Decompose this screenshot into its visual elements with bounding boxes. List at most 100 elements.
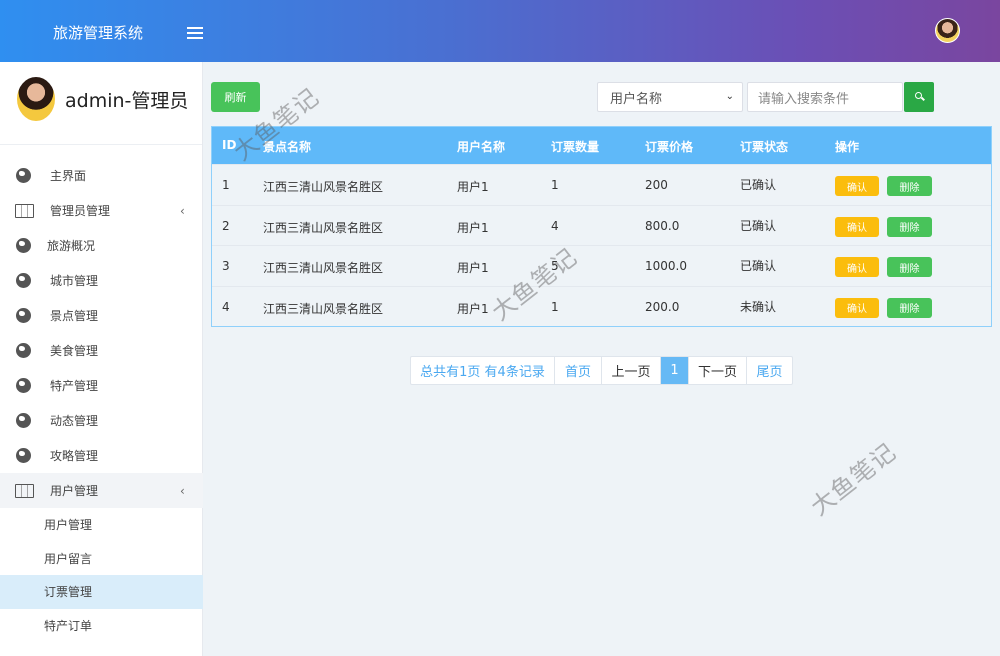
prev-page-link[interactable]: 上一页 bbox=[601, 357, 660, 384]
cell-price: 200.0 bbox=[645, 299, 680, 314]
sidebar-item-home[interactable]: 主界面 bbox=[0, 158, 203, 193]
table-header: ID 景点名称 用户名称 订票数量 订票价格 订票状态 操作 bbox=[212, 127, 991, 164]
delete-button[interactable]: 删除 bbox=[887, 297, 932, 318]
column-header: 用户名称 bbox=[457, 140, 506, 154]
cell-user: 用户1 bbox=[457, 220, 489, 235]
sidebar-item-label: 管理员管理 bbox=[50, 204, 111, 218]
column-header: ID bbox=[222, 138, 237, 152]
submenu-item-messages[interactable]: 用户留言 bbox=[0, 542, 203, 576]
cell-id: 3 bbox=[222, 259, 230, 273]
confirm-button[interactable]: 确认 bbox=[835, 297, 879, 318]
app-title: 旅游管理系统 bbox=[53, 24, 144, 42]
submenu-item-specialty-orders[interactable]: 特产订单 bbox=[0, 609, 203, 643]
last-page-link[interactable]: 尾页 bbox=[746, 357, 792, 384]
search-input[interactable]: 请输入搜索条件 bbox=[747, 82, 903, 112]
cell-status: 已确认 bbox=[740, 178, 777, 192]
sidebar-item-label: 用户管理 bbox=[50, 484, 99, 498]
menu-toggle-icon[interactable] bbox=[187, 27, 203, 39]
sidebar-item-overview[interactable]: 旅游概况 bbox=[0, 228, 203, 263]
column-header: 订票价格 bbox=[645, 140, 694, 154]
watermark: 大鱼笔记 bbox=[805, 437, 902, 522]
cell-user: 用户1 bbox=[457, 180, 489, 194]
refresh-button[interactable]: 刷新 bbox=[211, 82, 260, 112]
cell-qty: 1 bbox=[551, 299, 559, 314]
column-header: 订票状态 bbox=[740, 140, 789, 154]
sidebar-item-label: 城市管理 bbox=[50, 274, 99, 288]
next-page-link[interactable]: 下一页 bbox=[688, 357, 746, 384]
cell-spot: 江西三清山风景名胜区 bbox=[263, 301, 384, 316]
sidebar-item-guides[interactable]: 攻略管理 bbox=[0, 438, 203, 473]
sidebar-menu: 主界面 管理员管理 ‹ 旅游概况 城市管理 景点管理 美食管理 特产管理 动态管… bbox=[0, 158, 203, 642]
cell-id: 1 bbox=[222, 178, 230, 192]
cell-user: 用户1 bbox=[457, 301, 489, 316]
search-field-select[interactable]: 用户名称 ⌄ bbox=[597, 82, 743, 112]
cell-id: 2 bbox=[222, 218, 230, 233]
column-header: 订票数量 bbox=[551, 140, 600, 154]
sidebar-item-label: 攻略管理 bbox=[50, 449, 99, 463]
globe-icon bbox=[16, 238, 31, 253]
sidebar-item-label: 主界面 bbox=[50, 169, 87, 183]
cell-status: 未确认 bbox=[740, 299, 777, 314]
profile-avatar bbox=[17, 77, 55, 121]
table-row: 4 江西三清山风景名胜区 用户1 1 200.0 未确认 确认 删除 bbox=[212, 285, 991, 327]
current-page[interactable]: 1 bbox=[660, 357, 688, 384]
cell-qty: 5 bbox=[551, 259, 559, 273]
bookings-table: ID 景点名称 用户名称 订票数量 订票价格 订票状态 操作 1 江西三清山风景… bbox=[211, 126, 992, 327]
table-row: 2 江西三清山风景名胜区 用户1 4 800.0 已确认 确认 删除 bbox=[212, 204, 991, 246]
chevron-left-icon: ‹ bbox=[180, 483, 185, 498]
select-value: 用户名称 bbox=[610, 91, 663, 107]
delete-button[interactable]: 删除 bbox=[887, 257, 932, 277]
cell-spot: 江西三清山风景名胜区 bbox=[263, 261, 384, 275]
sidebar: admin-管理员 主界面 管理员管理 ‹ 旅游概况 城市管理 景点管理 美食管… bbox=[0, 62, 203, 656]
sidebar-item-specialty[interactable]: 特产管理 bbox=[0, 368, 203, 403]
confirm-button[interactable]: 确认 bbox=[835, 257, 879, 277]
sidebar-item-city[interactable]: 城市管理 bbox=[0, 263, 203, 298]
globe-icon bbox=[16, 378, 31, 393]
map-icon bbox=[15, 203, 34, 218]
cell-price: 200 bbox=[645, 178, 668, 192]
search-button[interactable] bbox=[904, 82, 934, 112]
sidebar-item-users[interactable]: 用户管理 ‹ bbox=[0, 473, 203, 508]
chevron-left-icon: ‹ bbox=[180, 203, 185, 218]
confirm-button[interactable]: 确认 bbox=[835, 216, 879, 237]
sidebar-item-label: 特产管理 bbox=[50, 379, 99, 393]
confirm-button[interactable]: 确认 bbox=[835, 176, 879, 196]
submenu-item-bookings[interactable]: 订票管理 bbox=[0, 575, 203, 609]
cell-spot: 江西三清山风景名胜区 bbox=[263, 220, 384, 235]
cell-user: 用户1 bbox=[457, 261, 489, 275]
sidebar-item-label: 旅游概况 bbox=[47, 239, 96, 253]
profile-name: admin-管理员 bbox=[65, 90, 189, 112]
delete-button[interactable]: 删除 bbox=[887, 216, 932, 237]
cell-status: 已确认 bbox=[740, 218, 777, 233]
user-avatar[interactable] bbox=[935, 18, 960, 43]
top-header: 旅游管理系统 bbox=[0, 0, 1000, 62]
cell-qty: 4 bbox=[551, 218, 559, 233]
globe-icon bbox=[16, 273, 31, 288]
cell-spot: 江西三清山风景名胜区 bbox=[263, 180, 384, 194]
submenu-item-user-manage[interactable]: 用户管理 bbox=[0, 508, 203, 542]
globe-icon bbox=[16, 308, 31, 323]
globe-icon bbox=[16, 448, 31, 463]
sidebar-item-food[interactable]: 美食管理 bbox=[0, 333, 203, 368]
pagination-summary: 总共有1页 有4条记录 bbox=[420, 365, 545, 380]
cell-status: 已确认 bbox=[740, 259, 777, 273]
first-page-link[interactable]: 首页 bbox=[554, 357, 601, 384]
column-header: 操作 bbox=[835, 140, 860, 154]
column-header: 景点名称 bbox=[263, 140, 312, 154]
sidebar-item-news[interactable]: 动态管理 bbox=[0, 403, 203, 438]
cell-price: 1000.0 bbox=[645, 259, 687, 273]
delete-button[interactable]: 删除 bbox=[887, 176, 932, 196]
table-row: 3 江西三清山风景名胜区 用户1 5 1000.0 已确认 确认 删除 bbox=[212, 245, 991, 286]
sidebar-item-admin[interactable]: 管理员管理 ‹ bbox=[0, 193, 203, 228]
sidebar-item-label: 动态管理 bbox=[50, 414, 99, 428]
map-icon bbox=[15, 483, 34, 498]
table-row: 1 江西三清山风景名胜区 用户1 1 200 已确认 确认 删除 bbox=[212, 164, 991, 205]
pagination: 总共有1页 有4条记录 首页 上一页 1 下一页 尾页 bbox=[410, 356, 793, 385]
sidebar-item-label: 景点管理 bbox=[50, 309, 99, 323]
sidebar-item-label: 美食管理 bbox=[50, 344, 99, 358]
cell-id: 4 bbox=[222, 299, 230, 314]
sidebar-item-spots[interactable]: 景点管理 bbox=[0, 298, 203, 333]
globe-icon bbox=[16, 413, 31, 428]
cell-qty: 1 bbox=[551, 178, 559, 192]
cell-price: 800.0 bbox=[645, 218, 680, 233]
